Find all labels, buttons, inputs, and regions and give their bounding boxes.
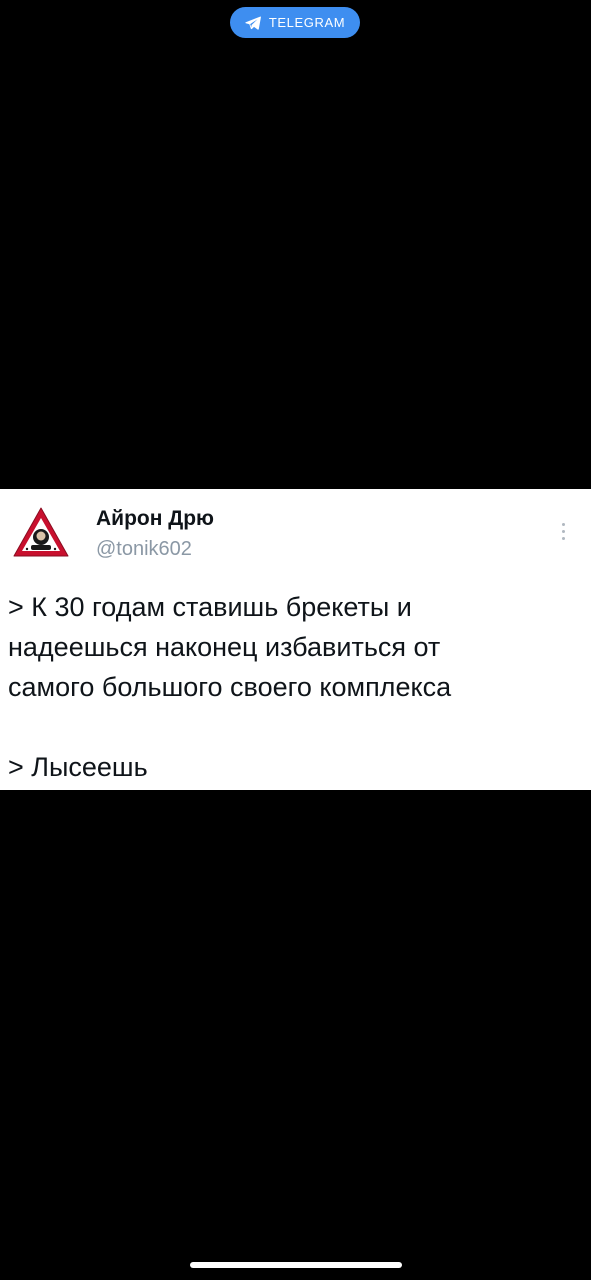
- tweet-punchline: > Лысеешь: [8, 752, 148, 782]
- author-name[interactable]: Айрон Дрю: [96, 507, 214, 531]
- more-options-dot: [561, 536, 565, 540]
- tweet-line: самого большого своего комплекса: [8, 672, 452, 702]
- more-options-dot: [561, 529, 565, 533]
- more-options-dot: [561, 522, 565, 526]
- paper-plane-icon: [245, 16, 261, 30]
- more-options-icon[interactable]: [553, 517, 573, 545]
- tweet-text: > К 30 годам ставишь брекеты и надеешься…: [8, 587, 578, 787]
- screen: TELEGRAM Айрон Дрю @tonik602 > К 30 года…: [0, 0, 591, 1280]
- tweet-card: Айрон Дрю @tonik602 > К 30 годам ставишь…: [0, 489, 591, 790]
- home-indicator[interactable]: [190, 1262, 402, 1268]
- telegram-badge[interactable]: TELEGRAM: [230, 7, 360, 38]
- telegram-badge-label: TELEGRAM: [268, 15, 346, 30]
- avatar[interactable]: [12, 505, 70, 559]
- author-handle[interactable]: @tonik602: [96, 538, 192, 561]
- tweet-line: надеешься наконец избавиться от: [8, 632, 441, 662]
- tweet-line: > К 30 годам ставишь брекеты и: [8, 592, 412, 622]
